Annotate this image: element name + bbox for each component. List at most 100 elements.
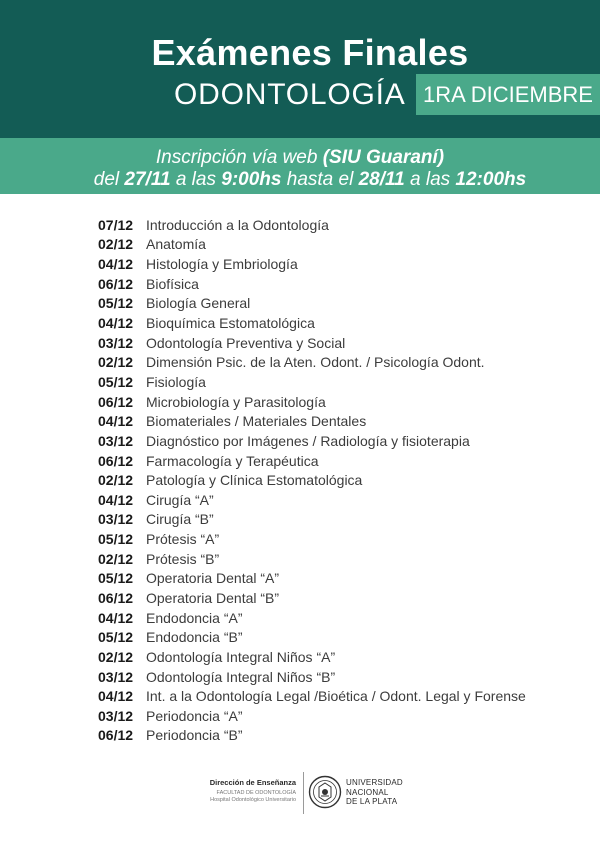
- exam-date: 05/12: [98, 629, 134, 646]
- university-line-1: UNIVERSIDAD: [346, 778, 403, 787]
- footer-logos: Dirección de Enseñanza FACULTAD DE ODONT…: [200, 768, 410, 816]
- exam-row: 06/12 Biofísica: [98, 274, 526, 294]
- exam-subject: Int. a la Odontología Legal /Bioética / …: [146, 688, 526, 705]
- registration-start-time: 9:00hs: [221, 169, 282, 190]
- exam-row: 03/12 Periodoncia “A”: [98, 706, 526, 726]
- exam-subject: Farmacología y Terapéutica: [146, 452, 319, 469]
- exam-subject: Operatoria Dental “A”: [146, 570, 280, 587]
- exam-row: 05/12 Endodoncia “B”: [98, 627, 526, 647]
- university-name: UNIVERSIDAD NACIONAL DE LA PLATA: [346, 778, 403, 807]
- exam-subject: Odontología Integral Niños “A”: [146, 648, 336, 665]
- exam-row: 05/12 Prótesis “A”: [98, 529, 526, 549]
- exam-date: 05/12: [98, 295, 134, 312]
- exam-date: 02/12: [98, 550, 134, 567]
- exam-subject: Diagnóstico por Imágenes / Radiología y …: [146, 432, 470, 449]
- exam-date: 03/12: [98, 334, 134, 351]
- exam-subject: Periodoncia “A”: [146, 707, 243, 724]
- exam-row: 04/12 Biomateriales / Materiales Dentales: [98, 411, 526, 431]
- exam-row: 06/12 Periodoncia “B”: [98, 726, 526, 746]
- exam-date: 06/12: [98, 393, 134, 410]
- exam-subject: Endodoncia “A”: [146, 609, 243, 626]
- exam-date: 02/12: [98, 236, 134, 253]
- registration-word-at-2: a las: [404, 169, 456, 190]
- registration-text: Inscripción vía web: [155, 147, 323, 168]
- department-block: Dirección de Enseñanza FACULTAD DE ODONT…: [200, 778, 296, 804]
- exam-date: 05/12: [98, 531, 134, 548]
- exam-date: 03/12: [98, 707, 134, 724]
- page-title: Exámenes Finales: [151, 32, 469, 73]
- exam-subject: Odontología Preventiva y Social: [146, 334, 346, 351]
- exam-row: 02/12 Odontología Integral Niños “A”: [98, 647, 526, 667]
- exam-row: 04/12 Cirugía “A”: [98, 490, 526, 510]
- exam-row: 07/12 Introducción a la Odontología: [98, 215, 526, 235]
- exam-date: 03/12: [98, 432, 134, 449]
- exam-subject: Patología y Clínica Estomatológica: [146, 472, 363, 489]
- exam-subject: Dimensión Psic. de la Aten. Odont. / Psi…: [146, 354, 485, 371]
- exam-subject: Cirugía “B”: [146, 511, 214, 528]
- exam-row: 06/12 Microbiología y Parasitología: [98, 392, 526, 412]
- exam-row: 06/12 Farmacología y Terapéutica: [98, 451, 526, 471]
- exam-subject: Periodoncia “B”: [146, 727, 243, 744]
- exam-date: 05/12: [98, 373, 134, 390]
- exam-row: 05/12 Fisiología: [98, 372, 526, 392]
- exam-row: 02/12 Anatomía: [98, 235, 526, 255]
- registration-word-at-1: a las: [170, 169, 222, 190]
- exam-subject: Biofísica: [146, 275, 199, 292]
- exam-date: 04/12: [98, 315, 134, 332]
- exam-date: 04/12: [98, 609, 134, 626]
- university-line-3: DE LA PLATA: [346, 797, 398, 806]
- registration-line-1: Inscripción vía web (SIU Guaraní): [0, 147, 600, 169]
- exam-date: 02/12: [98, 472, 134, 489]
- exam-subject: Biología General: [146, 295, 251, 312]
- exam-date: 05/12: [98, 570, 134, 587]
- faculty-name: FACULTAD DE ODONTOLOGÍA: [216, 790, 296, 796]
- exam-row: 02/12 Patología y Clínica Estomatológica: [98, 470, 526, 490]
- hospital-name: Hospital Odontológico Universitario: [210, 797, 296, 803]
- registration-system: (SIU Guaraní): [322, 147, 445, 168]
- exam-row: 05/12 Biología General: [98, 294, 526, 314]
- department-name: Dirección de Enseñanza: [209, 778, 296, 787]
- exam-subject: Fisiología: [146, 373, 206, 390]
- exam-subject: Endodoncia “B”: [146, 629, 243, 646]
- exam-date: 03/12: [98, 511, 134, 528]
- exam-subject: Operatoria Dental “B”: [146, 589, 280, 606]
- exam-subject: Anatomía: [146, 236, 206, 253]
- header-banner: Exámenes Finales ODONTOLOGÍA 1RA DICIEMB…: [0, 0, 600, 138]
- exam-date: 03/12: [98, 668, 134, 685]
- exam-row: 03/12 Odontología Integral Niños “B”: [98, 667, 526, 687]
- exam-row: 03/12 Cirugía “B”: [98, 510, 526, 530]
- exam-row: 04/12 Bioquímica Estomatológica: [98, 313, 526, 333]
- exam-date: 06/12: [98, 275, 134, 292]
- exam-date: 04/12: [98, 688, 134, 705]
- exam-row: 02/12 Dimensión Psic. de la Aten. Odont. …: [98, 352, 526, 372]
- registration-word-until: hasta el: [281, 169, 359, 190]
- exam-date: 06/12: [98, 452, 134, 469]
- registration-end-time: 12:00hs: [455, 169, 527, 190]
- exam-subject: Bioquímica Estomatológica: [146, 315, 315, 332]
- exam-date: 04/12: [98, 256, 134, 273]
- exam-subject: Odontología Integral Niños “B”: [146, 668, 336, 685]
- exam-date: 02/12: [98, 354, 134, 371]
- exam-subject: Biomateriales / Materiales Dentales: [146, 413, 367, 430]
- exam-row: 04/12 Int. a la Odontología Legal /Bioéti…: [98, 686, 526, 706]
- registration-line-2: del 27/11 a las 9:00hs hasta el 28/11 a …: [0, 169, 600, 191]
- period-badge: 1RA DICIEMBRE: [416, 74, 600, 115]
- registration-band: Inscripción vía web (SIU Guaraní) del 27…: [0, 138, 600, 194]
- exam-date: 07/12: [98, 216, 134, 233]
- exam-subject: Introducción a la Odontología: [146, 216, 329, 233]
- exam-date: 02/12: [98, 648, 134, 665]
- career-subtitle: ODONTOLOGÍA: [174, 78, 406, 111]
- exam-subject: Microbiología y Parasitología: [146, 393, 326, 410]
- registration-start-date: 27/11: [124, 169, 171, 190]
- exam-subject: Prótesis “A”: [146, 531, 220, 548]
- registration-word-from: del: [93, 169, 125, 190]
- exam-row: 05/12 Operatoria Dental “A”: [98, 569, 526, 589]
- exam-row: 06/12 Operatoria Dental “B”: [98, 588, 526, 608]
- exam-subject: Cirugía “A”: [146, 491, 214, 508]
- exam-date: 06/12: [98, 727, 134, 744]
- exam-schedule-list: 07/12 Introducción a la Odontología 02/12 A…: [98, 215, 526, 745]
- footer-divider: [303, 772, 304, 814]
- exam-date: 04/12: [98, 413, 134, 430]
- registration-end-date: 28/11: [358, 169, 405, 190]
- university-seal-icon: [308, 772, 342, 817]
